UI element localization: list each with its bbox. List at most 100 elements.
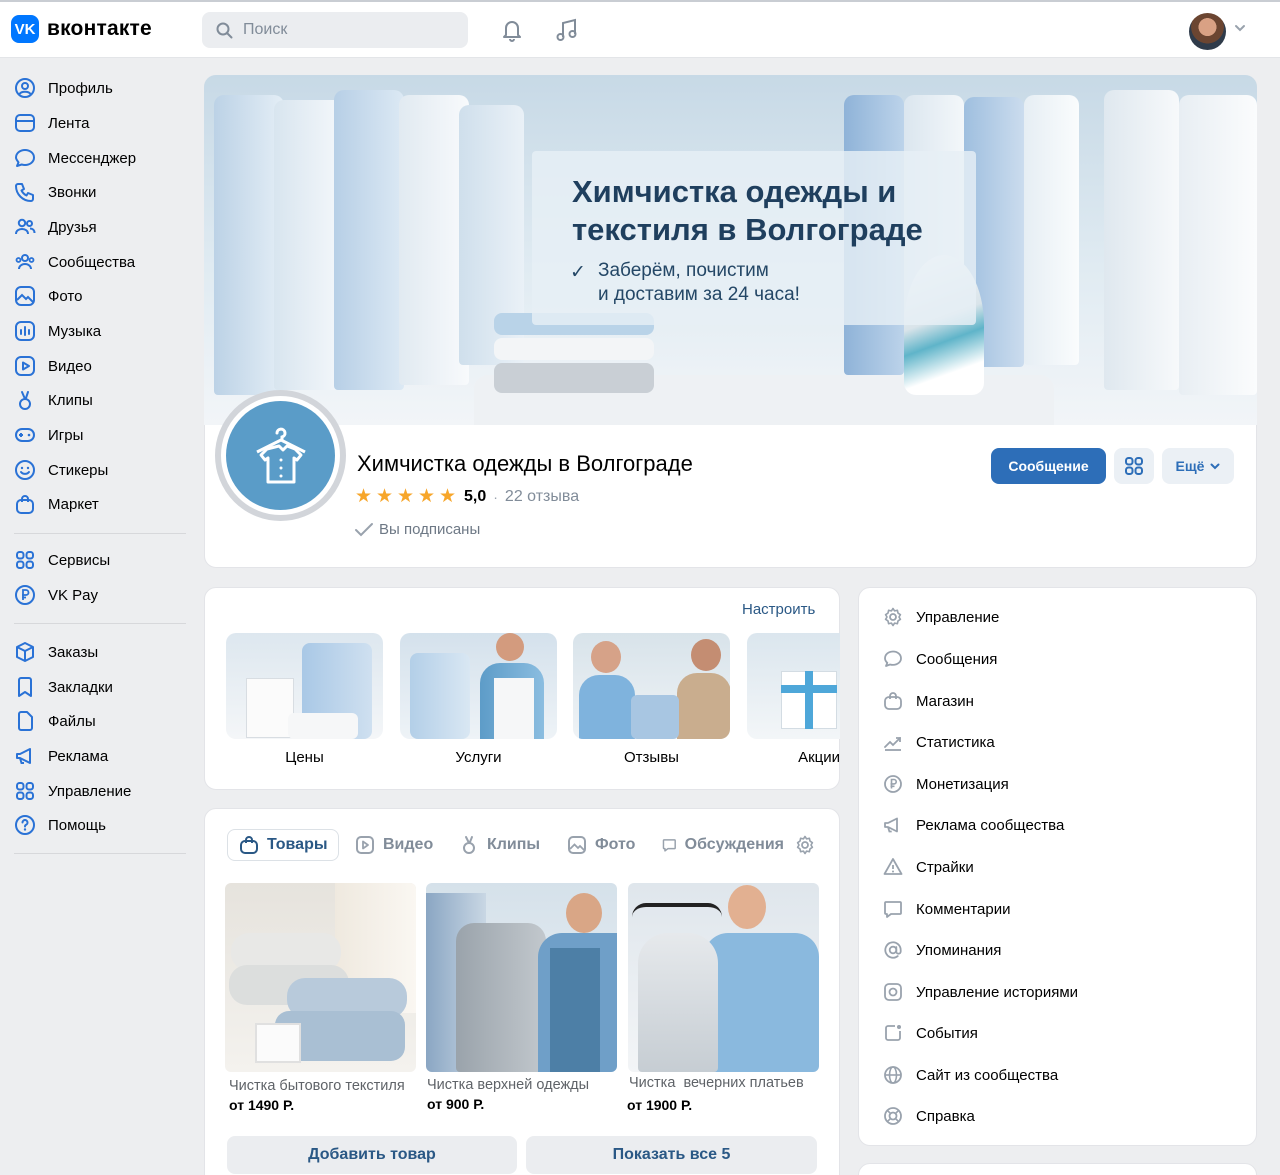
sidebar-item-music[interactable]: Музыка — [13, 317, 183, 345]
admin-item-events[interactable]: События — [882, 1021, 978, 1045]
sidebar-item-help[interactable]: Помощь — [13, 811, 183, 839]
menu-card-services[interactable] — [400, 633, 557, 739]
message-button[interactable]: Сообщение — [991, 448, 1106, 484]
admin-item-label: Комментарии — [916, 900, 1011, 918]
reviews-count[interactable]: 22 отзыва — [505, 488, 579, 506]
admin-item-shop[interactable]: Магазин — [882, 689, 974, 713]
admin-item-monetization[interactable]: Монетизация — [882, 772, 1009, 796]
product-card-image[interactable] — [225, 883, 416, 1072]
add-product-button[interactable]: Добавить товар — [227, 1136, 517, 1174]
menu-card-label: Цены — [285, 749, 324, 766]
user-avatar[interactable] — [1189, 13, 1226, 50]
sidebar-item-games[interactable]: Игры — [13, 421, 183, 449]
group-rating[interactable]: ★ ★ ★ ★ ★ 5,0 · 22 отзыва — [353, 485, 579, 508]
admin-item-strikes[interactable]: Страйки — [882, 855, 974, 879]
admin-item-label: Магазин — [916, 692, 974, 710]
admin-item-stats[interactable]: Статистика — [882, 730, 995, 754]
admin-item-help[interactable]: Справка — [882, 1104, 975, 1128]
sidebar-item-label: Реклама — [48, 747, 109, 765]
sidebar-item-manage[interactable]: Управление — [13, 777, 183, 805]
video-icon — [356, 836, 374, 854]
sidebar-item-label: Заказы — [48, 643, 99, 661]
admin-item-manage[interactable]: Управление — [882, 605, 999, 629]
sidebar-item-label: Мессенджер — [48, 149, 137, 167]
tab-clips[interactable]: Клипы — [459, 829, 540, 861]
sidebar-item-orders[interactable]: Заказы — [13, 638, 183, 666]
search-input[interactable]: Поиск — [202, 12, 468, 48]
menu-card-reviews[interactable] — [573, 633, 730, 739]
sidebar-item-label: Файлы — [48, 712, 96, 730]
communities-icon — [13, 250, 37, 274]
chevron-down-icon[interactable] — [1234, 24, 1246, 32]
menu-card-prices[interactable] — [226, 633, 383, 739]
tab-products[interactable]: Товары — [227, 829, 339, 861]
sidebar-item-ads[interactable]: Реклама — [13, 742, 183, 770]
gear-icon[interactable] — [795, 835, 815, 855]
tab-label: Видео — [383, 836, 434, 853]
folded-linen — [494, 313, 654, 399]
sidebar-item-services[interactable]: Сервисы — [13, 546, 183, 574]
message-icon — [882, 648, 904, 670]
cover-title: Химчистка одежды и текстиля в Волгограде — [572, 174, 923, 247]
apps-button[interactable] — [1114, 448, 1154, 484]
subscription-status[interactable]: Вы подписаны — [354, 521, 480, 538]
admin-item-comments[interactable]: Комментарии — [882, 897, 1010, 921]
sidebar-item-friends[interactable]: Друзья — [13, 213, 183, 241]
sidebar-item-video[interactable]: Видео — [13, 352, 183, 380]
sidebar-item-bookmarks[interactable]: Закладки — [13, 673, 183, 701]
sidebar-item-communities[interactable]: Сообщества — [13, 248, 183, 276]
admin-item-site[interactable]: Сайт из сообщества — [882, 1063, 1058, 1087]
sidebar-item-label: Маркет — [48, 495, 99, 513]
sidebar-item-messenger[interactable]: Мессенджер — [13, 144, 183, 172]
sidebar-item-clips[interactable]: Клипы — [13, 386, 183, 414]
product-price: от 1490 Р. — [229, 1097, 295, 1113]
sidebar-item-label: Друзья — [48, 218, 97, 236]
sidebar-item-label: Сообщества — [48, 253, 136, 271]
admin-item-stories[interactable]: Управление историями — [882, 980, 1078, 1004]
menu-card-promo[interactable] — [747, 633, 840, 739]
sidebar-item-photo[interactable]: Фото — [13, 282, 183, 310]
manage-icon — [13, 779, 37, 803]
product-name[interactable]: Чистка верхней одежды — [427, 1077, 589, 1093]
sidebar-item-feed[interactable]: Лента — [13, 109, 183, 137]
music-note-icon[interactable] — [555, 17, 579, 43]
bell-icon[interactable] — [500, 17, 524, 43]
sidebar-item-label: Профиль — [48, 79, 113, 97]
sidebar-item-market[interactable]: Маркет — [13, 490, 183, 518]
menu-settings-link[interactable]: Настроить — [742, 601, 815, 618]
tab-video[interactable]: Видео — [355, 829, 433, 861]
sidebar-item-label: Видео — [48, 357, 92, 375]
star-icon: ★ — [417, 486, 436, 507]
tab-discussions[interactable]: Обсуждения — [662, 829, 784, 861]
group-avatar[interactable] — [215, 390, 346, 521]
tab-label: Фото — [595, 836, 636, 853]
admin-item-mentions[interactable]: Упоминания — [882, 938, 1001, 962]
help-icon — [13, 813, 37, 837]
sidebar-item-label: Помощь — [48, 816, 106, 834]
at-icon — [882, 939, 904, 961]
show-all-products-button[interactable]: Показать все 5 — [526, 1136, 817, 1174]
more-button[interactable]: Ещё — [1162, 448, 1234, 484]
tab-photo[interactable]: Фото — [567, 829, 635, 861]
vkpay-icon — [13, 583, 37, 607]
music-icon — [13, 319, 37, 343]
sidebar-item-label: Закладки — [48, 678, 113, 696]
admin-item-messages[interactable]: Сообщения — [882, 647, 997, 671]
product-price: от 1900 Р. — [627, 1097, 693, 1113]
cover-subtitle-line1: Заберём, почистим — [598, 260, 769, 281]
product-name[interactable]: Чистка вечерних платьев — [629, 1075, 804, 1091]
product-card-image[interactable] — [426, 883, 617, 1072]
sidebar-item-profile[interactable]: Профиль — [13, 74, 183, 102]
admin-item-label: Управление — [916, 608, 1000, 626]
admin-item-label: Статистика — [916, 733, 995, 751]
product-card-image[interactable] — [628, 883, 819, 1072]
shop-bag-icon — [882, 690, 904, 712]
sidebar-item-vkpay[interactable]: VK Pay — [13, 581, 183, 609]
sidebar-item-calls[interactable]: Звонки — [13, 178, 183, 206]
vk-logo[interactable]: VK вконтакте — [11, 15, 152, 43]
sidebar-item-label: Звонки — [48, 183, 97, 201]
sidebar-item-stickers[interactable]: Стикеры — [13, 456, 183, 484]
admin-item-ads[interactable]: Реклама сообщества — [882, 813, 1064, 837]
product-name[interactable]: Чистка бытового текстиля — [229, 1078, 405, 1094]
sidebar-item-files[interactable]: Файлы — [13, 707, 183, 735]
